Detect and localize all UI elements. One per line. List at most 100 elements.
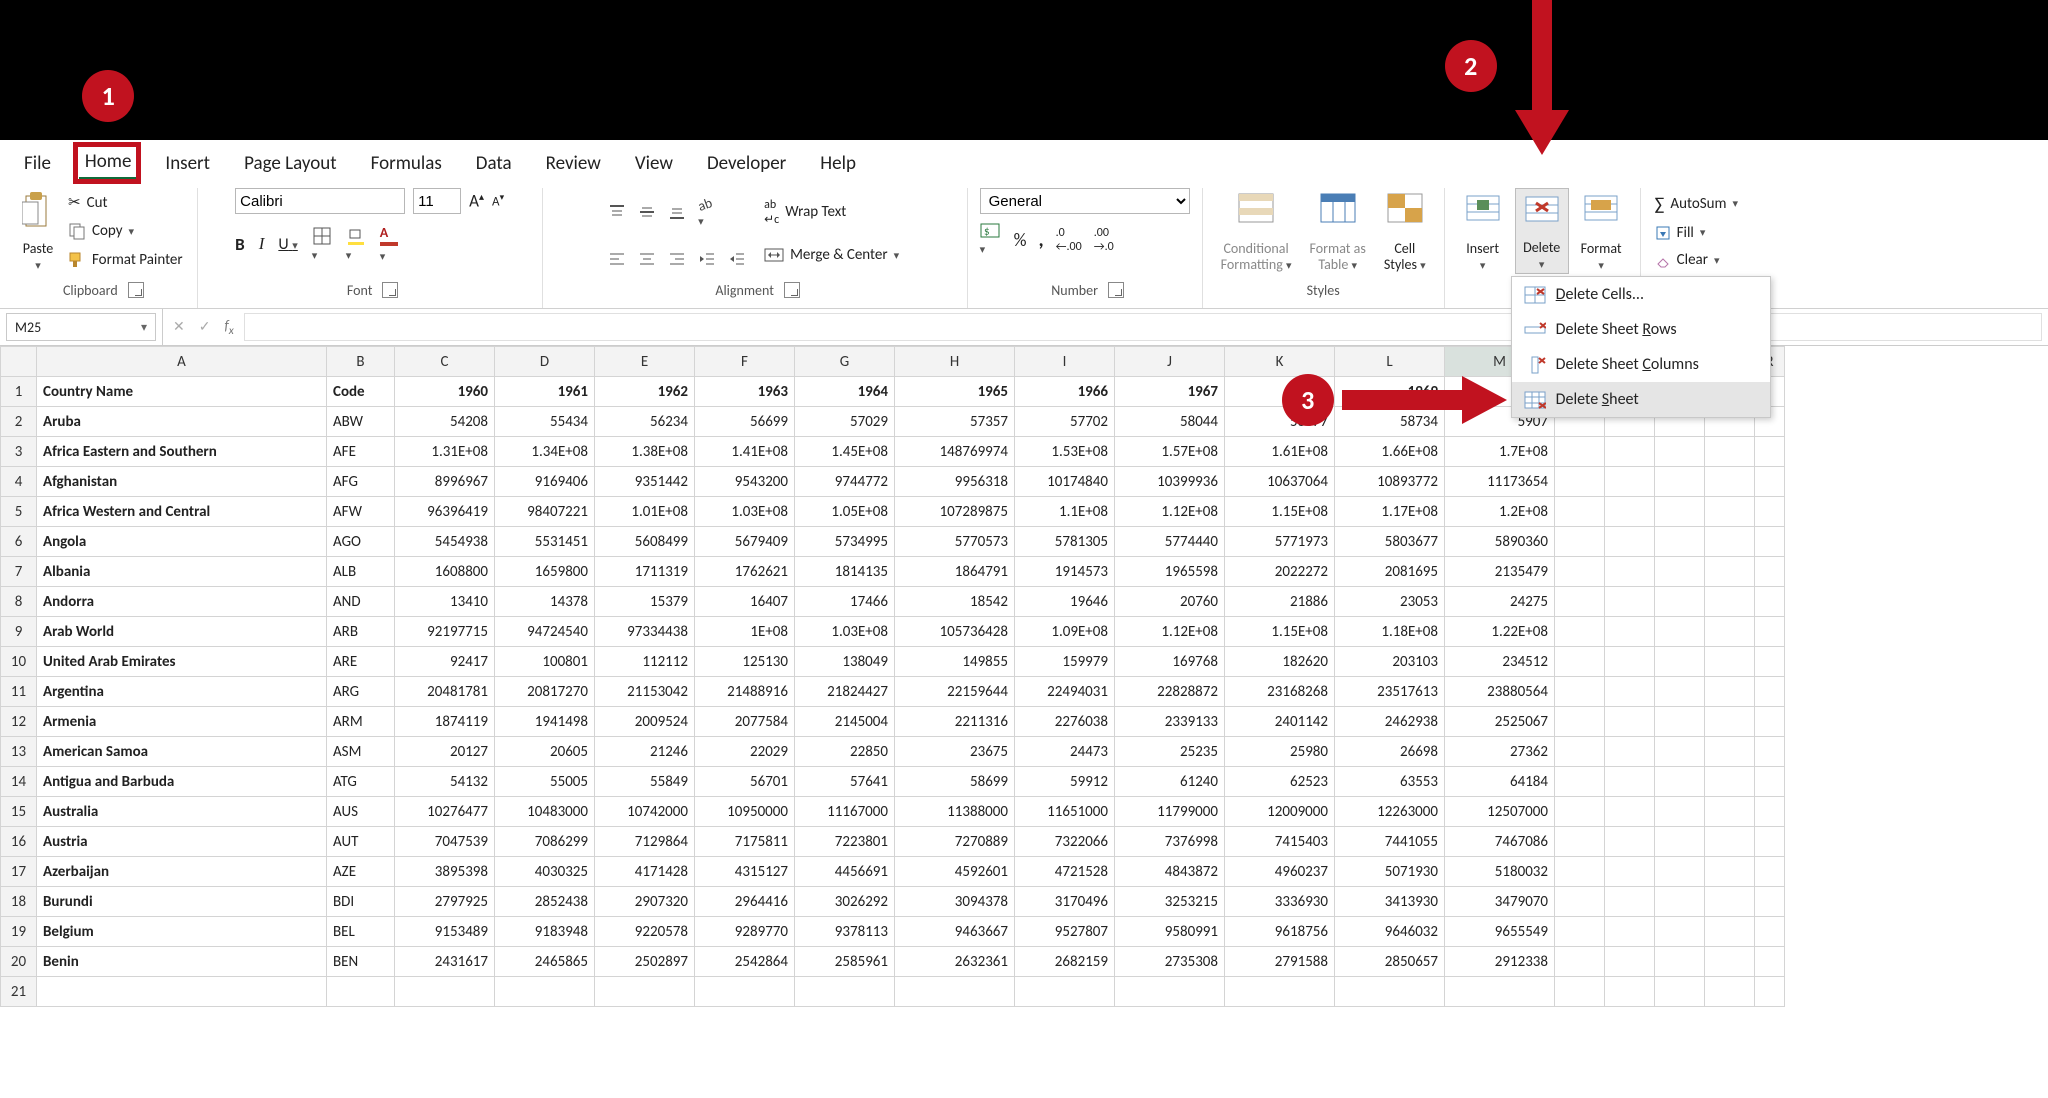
- wrap-text-button[interactable]: ab↵cWrap Text: [762, 196, 901, 229]
- cell-K20[interactable]: 2791588: [1225, 947, 1335, 977]
- cell-M12[interactable]: 2525067: [1445, 707, 1555, 737]
- align-center-icon[interactable]: [638, 250, 656, 268]
- cell-G19[interactable]: 9378113: [795, 917, 895, 947]
- cell-P18[interactable]: [1655, 887, 1705, 917]
- cell-B17[interactable]: AZE: [327, 857, 395, 887]
- cell-O19[interactable]: [1605, 917, 1655, 947]
- cell-J16[interactable]: 7376998: [1115, 827, 1225, 857]
- cell-R4[interactable]: [1755, 467, 1785, 497]
- cell-L18[interactable]: 3413930: [1335, 887, 1445, 917]
- cell-K7[interactable]: 2022272: [1225, 557, 1335, 587]
- cell-I15[interactable]: 11651000: [1015, 797, 1115, 827]
- col-header-F[interactable]: F: [695, 347, 795, 377]
- cell-M15[interactable]: 12507000: [1445, 797, 1555, 827]
- cell-P3[interactable]: [1655, 437, 1705, 467]
- cell-K14[interactable]: 62523: [1225, 767, 1335, 797]
- cell-R16[interactable]: [1755, 827, 1785, 857]
- cell-G18[interactable]: 3026292: [795, 887, 895, 917]
- cell-N13[interactable]: [1555, 737, 1605, 767]
- cell-D7[interactable]: 1659800: [495, 557, 595, 587]
- cell-Q6[interactable]: [1705, 527, 1755, 557]
- cell-I19[interactable]: 9527807: [1015, 917, 1115, 947]
- menu-delete-rows[interactable]: Delete Sheet Rows: [1512, 312, 1770, 347]
- paste-button[interactable]: Paste▾: [16, 188, 60, 274]
- row-header-20[interactable]: 20: [1, 947, 37, 977]
- cell-A10[interactable]: United Arab Emirates: [37, 647, 327, 677]
- cell-F1[interactable]: 1963: [695, 377, 795, 407]
- cell-P11[interactable]: [1655, 677, 1705, 707]
- cell-E20[interactable]: 2502897: [595, 947, 695, 977]
- cell-O5[interactable]: [1605, 497, 1655, 527]
- cell-M20[interactable]: 2912338: [1445, 947, 1555, 977]
- cell-B20[interactable]: BEN: [327, 947, 395, 977]
- cell-A8[interactable]: Andorra: [37, 587, 327, 617]
- cell-C4[interactable]: 8996967: [395, 467, 495, 497]
- cell-O6[interactable]: [1605, 527, 1655, 557]
- cell-A1[interactable]: Country Name: [37, 377, 327, 407]
- cell-A11[interactable]: Argentina: [37, 677, 327, 707]
- cell-H4[interactable]: 9956318: [895, 467, 1015, 497]
- number-launcher-icon[interactable]: [1108, 282, 1124, 298]
- cell-F16[interactable]: 7175811: [695, 827, 795, 857]
- accounting-format-icon[interactable]: $▾: [980, 222, 1002, 257]
- tab-file[interactable]: File: [18, 148, 57, 179]
- bold-button[interactable]: B: [235, 234, 245, 255]
- cell-C10[interactable]: 92417: [395, 647, 495, 677]
- cell-K5[interactable]: 1.15E+08: [1225, 497, 1335, 527]
- cell-D12[interactable]: 1941498: [495, 707, 595, 737]
- clipboard-launcher-icon[interactable]: [128, 282, 144, 298]
- cell-B18[interactable]: BDI: [327, 887, 395, 917]
- cell-B15[interactable]: AUS: [327, 797, 395, 827]
- cell-M17[interactable]: 5180032: [1445, 857, 1555, 887]
- cell-M16[interactable]: 7467086: [1445, 827, 1555, 857]
- cell-L10[interactable]: 203103: [1335, 647, 1445, 677]
- cell-O9[interactable]: [1605, 617, 1655, 647]
- cell-H8[interactable]: 18542: [895, 587, 1015, 617]
- tab-page-layout[interactable]: Page Layout: [238, 148, 343, 179]
- cell-N5[interactable]: [1555, 497, 1605, 527]
- cell-H20[interactable]: 2632361: [895, 947, 1015, 977]
- cell-P13[interactable]: [1655, 737, 1705, 767]
- cell-K6[interactable]: 5771973: [1225, 527, 1335, 557]
- cell-F7[interactable]: 1762621: [695, 557, 795, 587]
- cell-E15[interactable]: 10742000: [595, 797, 695, 827]
- cell-A20[interactable]: Benin: [37, 947, 327, 977]
- cell-E5[interactable]: 1.01E+08: [595, 497, 695, 527]
- cell-I8[interactable]: 19646: [1015, 587, 1115, 617]
- cell-O4[interactable]: [1605, 467, 1655, 497]
- cell-H12[interactable]: 2211316: [895, 707, 1015, 737]
- cell-F9[interactable]: 1E+08: [695, 617, 795, 647]
- cell-D9[interactable]: 94724540: [495, 617, 595, 647]
- row-header-21[interactable]: 21: [1, 977, 37, 1007]
- cell-I2[interactable]: 57702: [1015, 407, 1115, 437]
- cell-K9[interactable]: 1.15E+08: [1225, 617, 1335, 647]
- cell-D17[interactable]: 4030325: [495, 857, 595, 887]
- cell-K16[interactable]: 7415403: [1225, 827, 1335, 857]
- cell-I6[interactable]: 5781305: [1015, 527, 1115, 557]
- name-box[interactable]: M25▾: [6, 313, 156, 341]
- number-format-select[interactable]: General: [980, 188, 1190, 214]
- cell-R20[interactable]: [1755, 947, 1785, 977]
- cell-L15[interactable]: 12263000: [1335, 797, 1445, 827]
- cell-J3[interactable]: 1.57E+08: [1115, 437, 1225, 467]
- cell-B8[interactable]: AND: [327, 587, 395, 617]
- cell-P6[interactable]: [1655, 527, 1705, 557]
- cell-G4[interactable]: 9744772: [795, 467, 895, 497]
- cell-N20[interactable]: [1555, 947, 1605, 977]
- cell-C17[interactable]: 3895398: [395, 857, 495, 887]
- cell-C15[interactable]: 10276477: [395, 797, 495, 827]
- cell-F18[interactable]: 2964416: [695, 887, 795, 917]
- align-bottom-icon[interactable]: [668, 203, 686, 221]
- cell-I21[interactable]: [1015, 977, 1115, 1007]
- row-header-6[interactable]: 6: [1, 527, 37, 557]
- cell-G3[interactable]: 1.45E+08: [795, 437, 895, 467]
- fx-icon[interactable]: fx: [224, 317, 233, 338]
- cell-O13[interactable]: [1605, 737, 1655, 767]
- cell-N11[interactable]: [1555, 677, 1605, 707]
- cut-button[interactable]: ✂Cut: [66, 191, 185, 214]
- row-header-2[interactable]: 2: [1, 407, 37, 437]
- cell-E12[interactable]: 2009524: [595, 707, 695, 737]
- row-header-14[interactable]: 14: [1, 767, 37, 797]
- cell-Q16[interactable]: [1705, 827, 1755, 857]
- cell-L11[interactable]: 23517613: [1335, 677, 1445, 707]
